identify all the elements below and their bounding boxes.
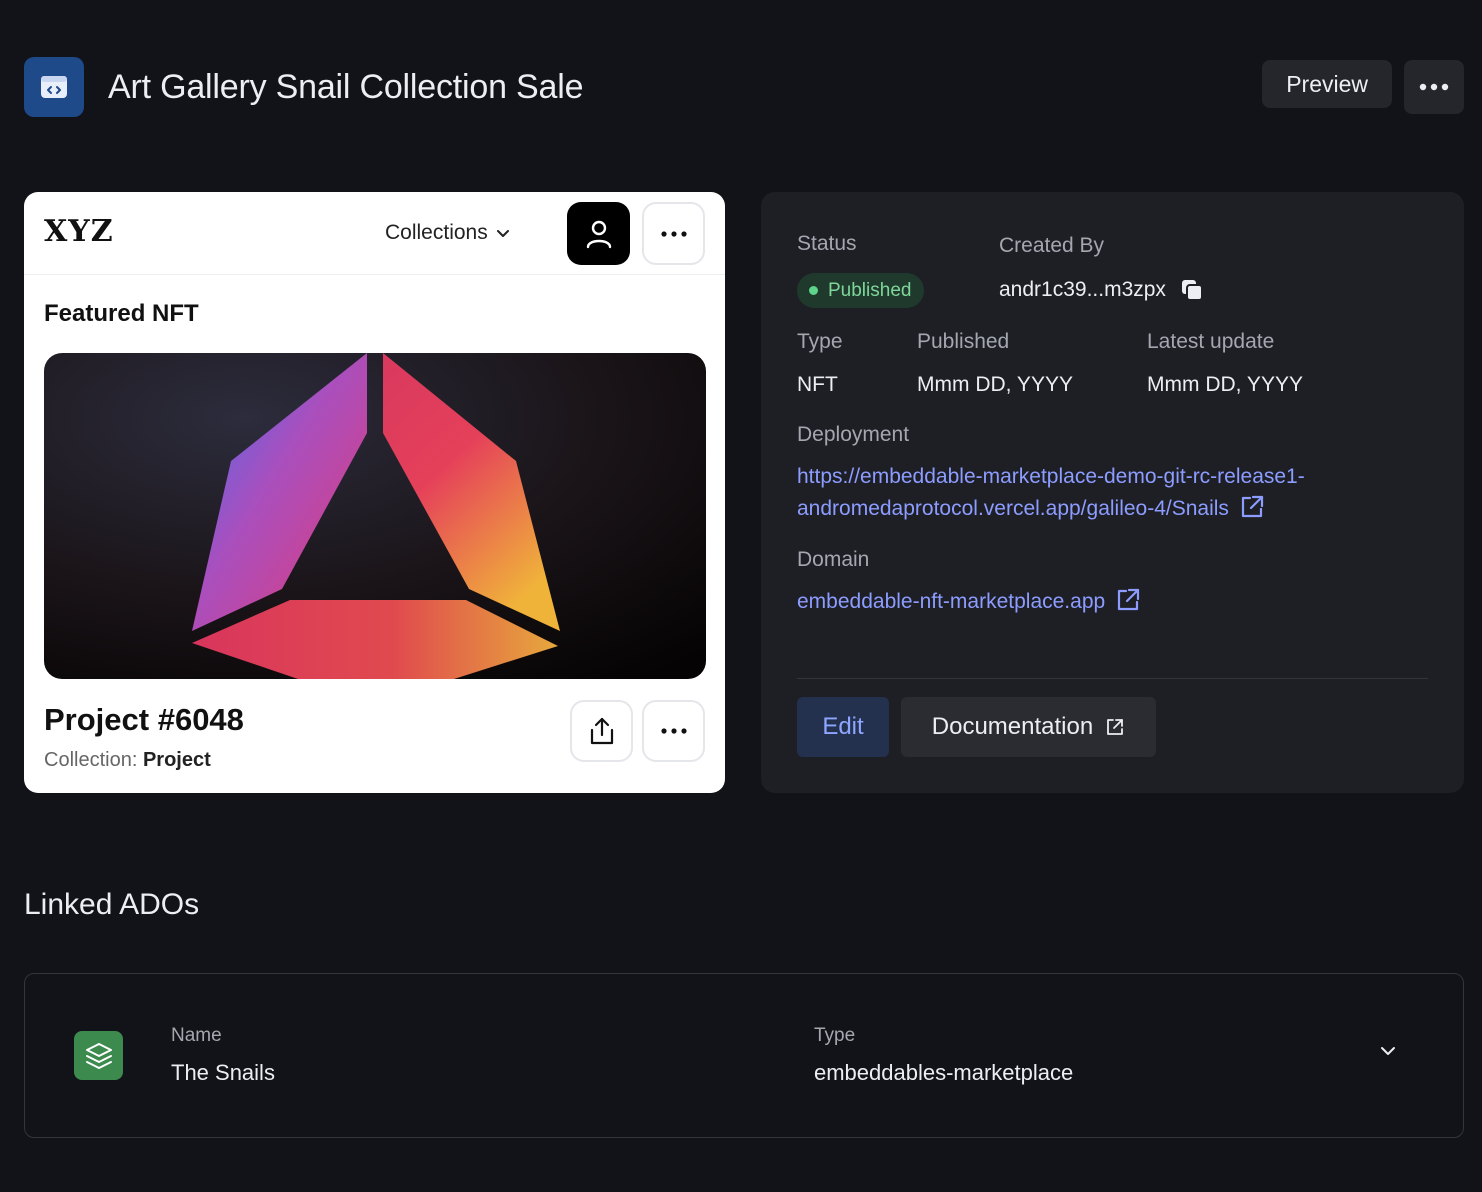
- page-header: Art Gallery Snail Collection Sale Previe…: [24, 57, 1464, 117]
- chevron-down-icon: [496, 229, 509, 237]
- created-by-row: andr1c39...m3zpx: [999, 278, 1204, 302]
- featured-nft-image[interactable]: [44, 353, 706, 679]
- header-actions: Preview: [1262, 60, 1464, 114]
- created-by-value: andr1c39...m3zpx: [999, 278, 1166, 301]
- deployment-link[interactable]: https://embeddable-marketplace-demo-git-…: [797, 461, 1437, 525]
- ado-name-label: Name: [171, 1025, 222, 1046]
- layers-icon: [74, 1031, 123, 1080]
- user-icon: [586, 220, 611, 248]
- domain-value: embeddable-nft-marketplace.app: [797, 590, 1106, 613]
- edit-button[interactable]: Edit: [797, 697, 889, 757]
- documentation-button[interactable]: Documentation: [901, 697, 1156, 757]
- deployment-url-line1: https://embeddable-marketplace-demo-git-…: [797, 465, 1305, 488]
- latest-update-date: Mmm DD, YYYY: [1147, 373, 1303, 396]
- chevron-down-icon[interactable]: [1377, 1044, 1399, 1058]
- domain-label: Domain: [797, 548, 870, 571]
- linked-ado-row[interactable]: Name The Snails Type embeddables-marketp…: [24, 973, 1464, 1138]
- external-link-icon: [1117, 588, 1140, 611]
- preview-more-button[interactable]: [642, 202, 705, 265]
- details-panel: Status Published Created By andr1c39...m…: [761, 192, 1464, 793]
- latest-update-label: Latest update: [1147, 330, 1275, 353]
- preview-project-title: Project #6048: [44, 702, 244, 737]
- created-by-label: Created By: [999, 234, 1105, 257]
- status-label: Status: [797, 232, 857, 255]
- more-horizontal-icon: [660, 230, 687, 237]
- preview-user-button[interactable]: [567, 202, 630, 265]
- preview-share-button[interactable]: [570, 700, 633, 762]
- external-link-icon: [1241, 495, 1263, 518]
- preview-collection-line: Collection: Project: [44, 749, 211, 772]
- preview-collection-label: Collection:: [44, 749, 138, 771]
- marketplace-preview-card: XYZ Collections Featured NFT Project #60…: [24, 192, 725, 793]
- details-divider: [797, 678, 1428, 679]
- status-badge: Published: [797, 273, 925, 308]
- share-icon: [590, 717, 613, 745]
- ado-type-value: embeddables-marketplace: [814, 1060, 1074, 1085]
- published-label: Published: [917, 330, 1010, 353]
- more-options-button[interactable]: [1404, 60, 1464, 114]
- preview-logo: XYZ: [44, 214, 114, 249]
- preview-collections-menu[interactable]: Collections: [385, 221, 510, 245]
- code-window-icon: [24, 57, 84, 117]
- type-value: NFT: [797, 373, 838, 396]
- page-title: Art Gallery Snail Collection Sale: [108, 67, 584, 106]
- type-label: Type: [797, 330, 843, 353]
- deployment-url-line2: andromedaprotocol.vercel.app/galileo-4/S…: [797, 497, 1229, 520]
- preview-button[interactable]: Preview: [1262, 60, 1392, 108]
- external-link-icon: [1107, 719, 1124, 735]
- published-date: Mmm DD, YYYY: [917, 373, 1073, 396]
- preview-project-more-button[interactable]: [642, 700, 705, 762]
- copy-icon[interactable]: [1180, 278, 1204, 302]
- documentation-label: Documentation: [931, 713, 1094, 740]
- status-value: Published: [828, 279, 912, 301]
- ado-name-value: The Snails: [171, 1060, 275, 1085]
- preview-collections-label: Collections: [385, 221, 488, 244]
- more-horizontal-icon: [1419, 83, 1449, 91]
- preview-collection-value: Project: [142, 749, 211, 771]
- linked-ados-heading: Linked ADOs: [24, 888, 200, 921]
- status-dot-icon: [809, 286, 818, 295]
- more-horizontal-icon: [660, 728, 687, 734]
- featured-nft-heading: Featured NFT: [44, 300, 199, 327]
- domain-link[interactable]: embeddable-nft-marketplace.app: [797, 586, 1141, 618]
- preview-navbar: XYZ Collections: [24, 192, 725, 275]
- deployment-label: Deployment: [797, 423, 910, 446]
- ado-type-label: Type: [814, 1025, 856, 1046]
